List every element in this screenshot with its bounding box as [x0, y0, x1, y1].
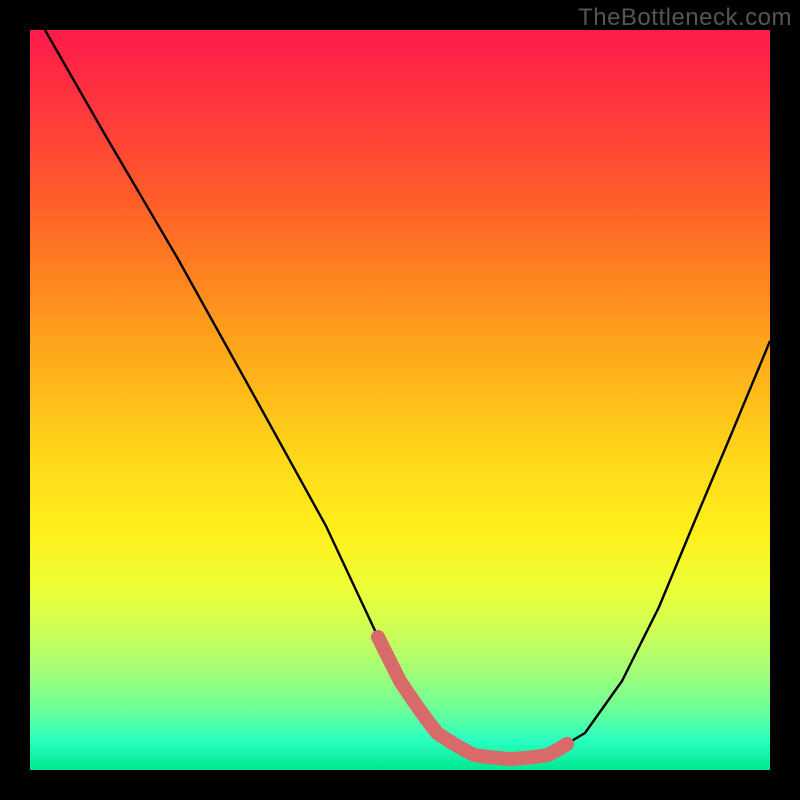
watermark-text: TheBottleneck.com [578, 4, 792, 32]
bottleneck-curve [45, 30, 770, 759]
highlight-band [400, 681, 548, 759]
plot-area [30, 30, 770, 770]
highlight-left-tail [378, 637, 400, 681]
curve-svg [30, 30, 770, 770]
chart-frame: TheBottleneck.com [0, 0, 800, 800]
highlight-right-tail [548, 744, 567, 755]
